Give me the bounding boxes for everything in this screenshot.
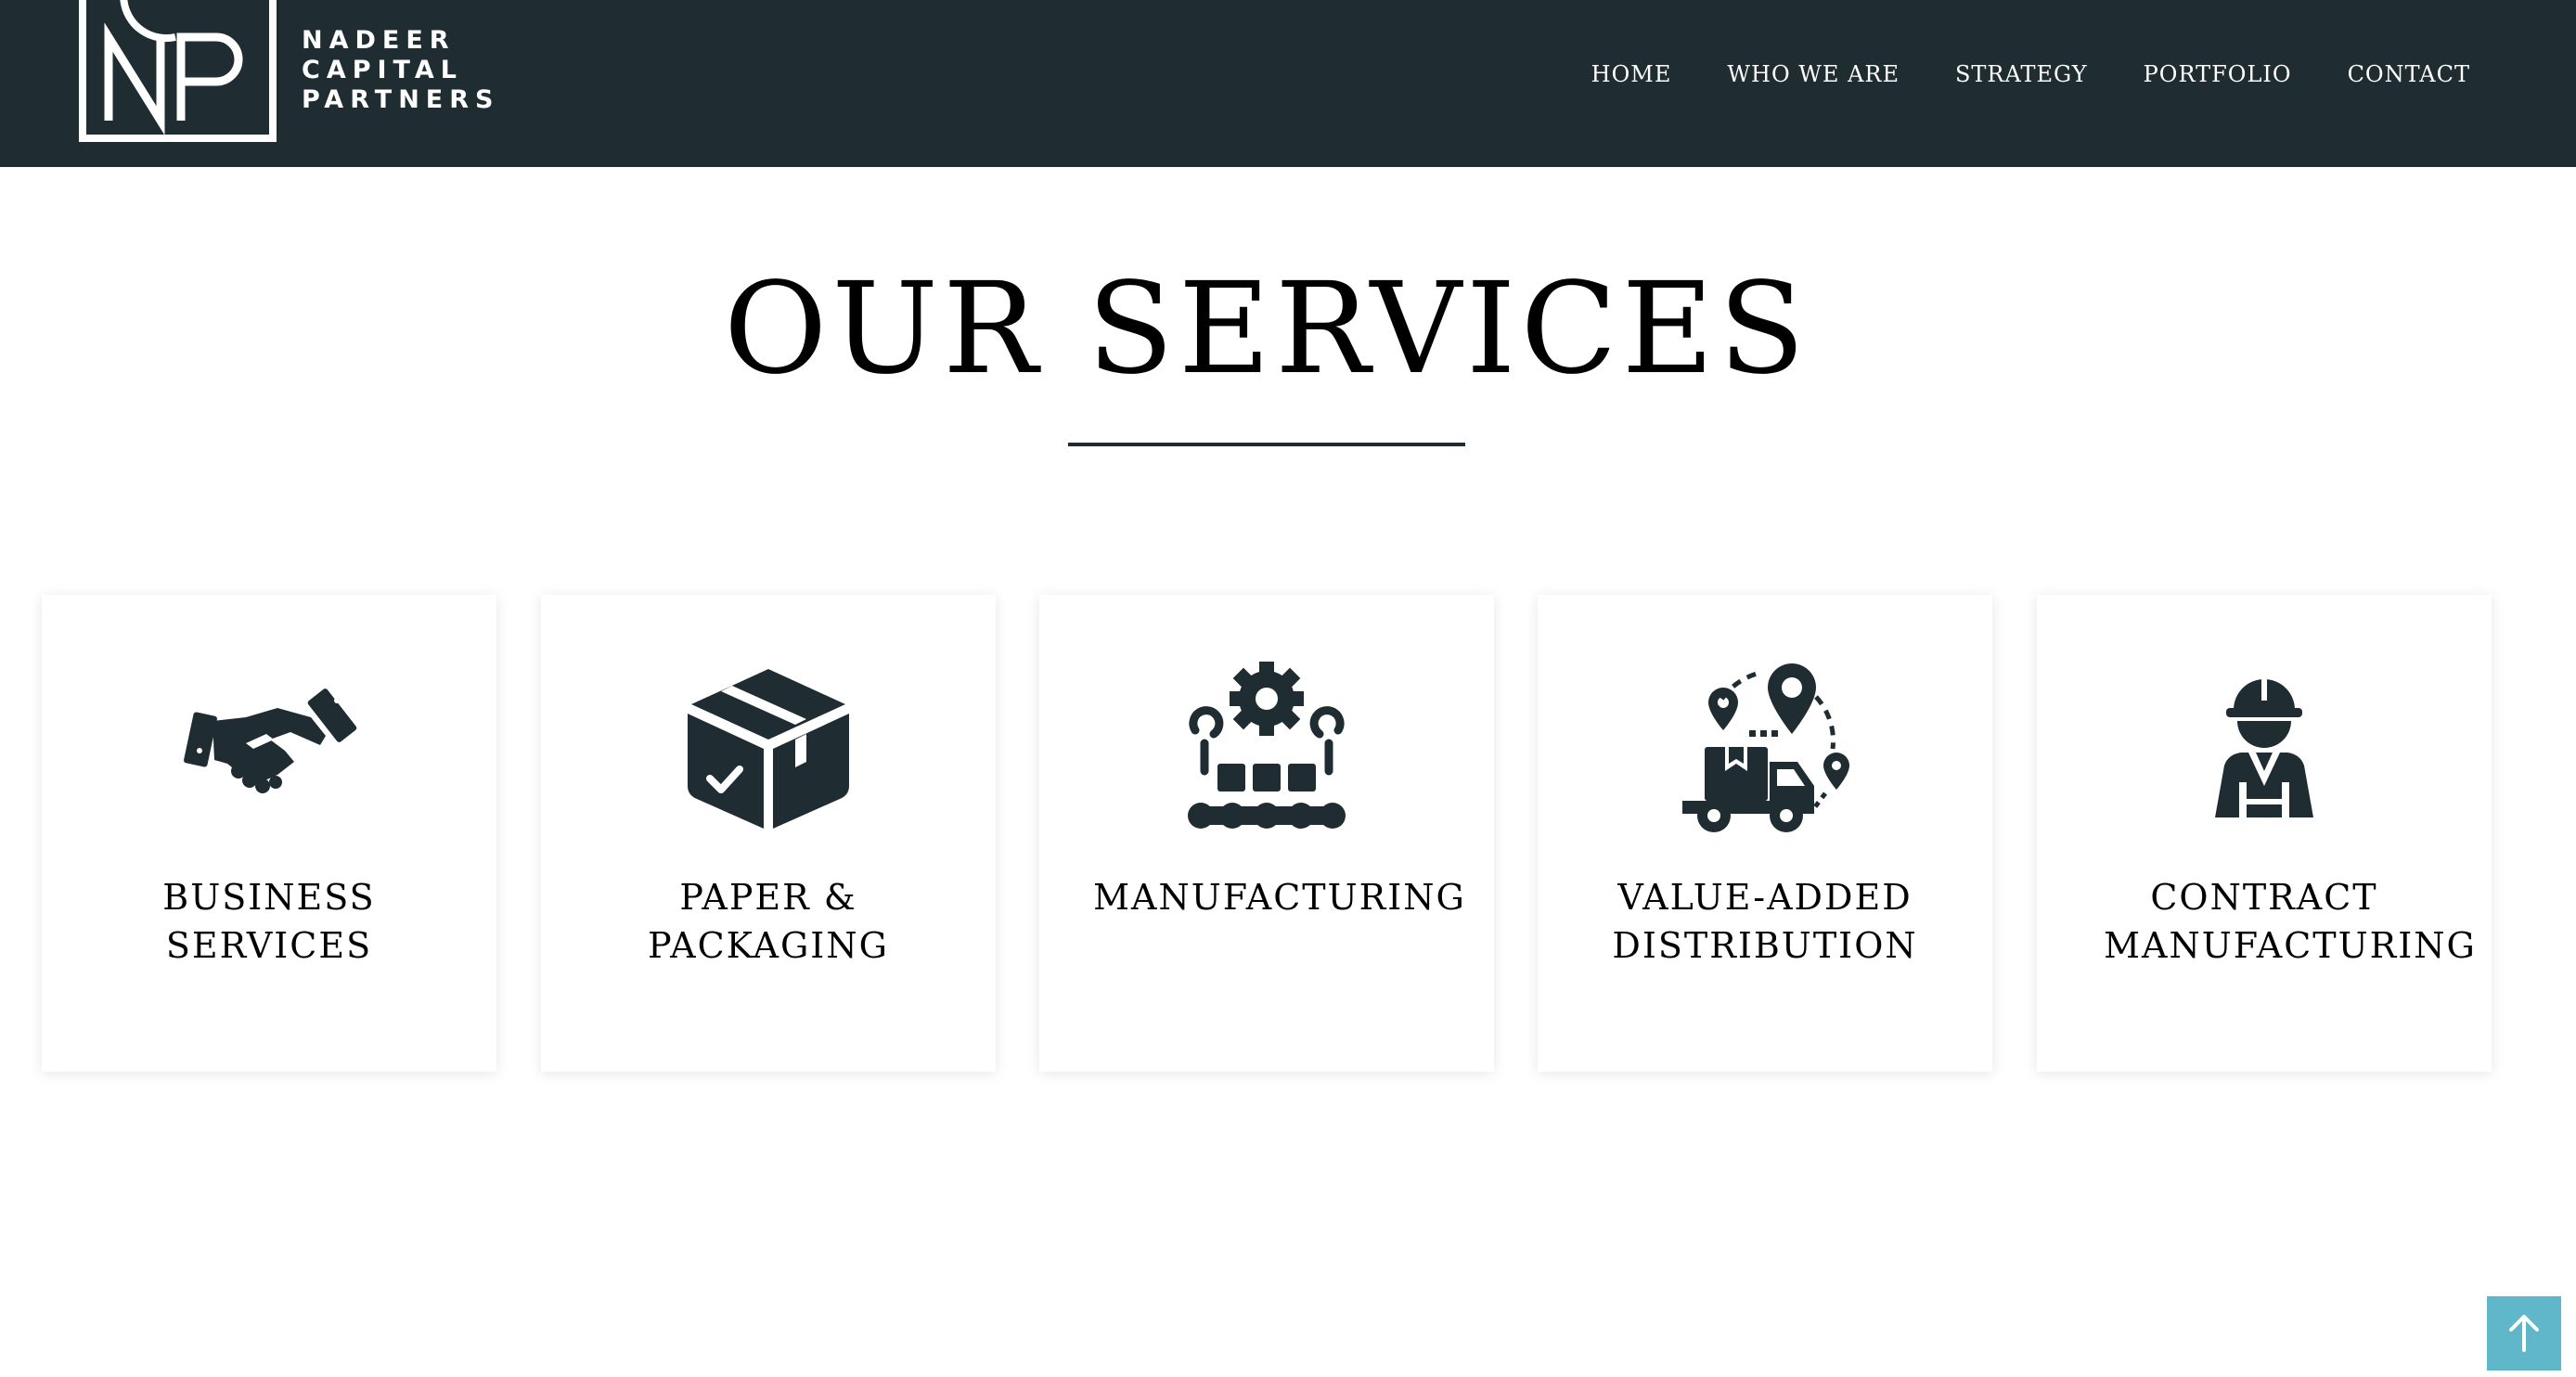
- logo-word: NADEER: [302, 26, 456, 55]
- main-nav: HOME WHO WE ARE STRATEGY PORTFOLIO CONTA…: [1591, 56, 2470, 93]
- service-card-label: VALUE-ADDED DISTRIBUTION: [1538, 873, 1992, 970]
- service-card-label-line: VALUE-ADDED: [1617, 877, 1913, 918]
- site-logo[interactable]: NADEER CAPITAL PARTNERS: [79, 0, 493, 142]
- service-card-manufacturing[interactable]: MANUFACTURING: [1039, 595, 1494, 1072]
- service-card-label-line: BUSINESS: [162, 877, 376, 918]
- service-card-label-line: CONTRACT: [2150, 877, 2378, 918]
- service-card-contract-manufacturing[interactable]: CONTRACT MANUFACTURING: [2037, 595, 2492, 1072]
- service-card-label-line: PACKAGING: [648, 925, 889, 966]
- nav-item-contact[interactable]: CONTACT: [2348, 56, 2470, 93]
- worker-icon: [2176, 660, 2352, 836]
- service-card-label-line: PAPER &: [679, 877, 857, 918]
- arrow-up-icon: [2509, 1315, 2539, 1352]
- service-card-label: MANUFACTURING: [1039, 873, 1494, 921]
- service-card-label: PAPER & PACKAGING: [541, 873, 996, 970]
- logo-word: CAPITAL: [302, 56, 463, 84]
- service-card-label-line: SERVICES: [165, 925, 373, 966]
- logo-word: PARTNERS: [302, 85, 500, 114]
- service-card-label-line: MANUFACTURING: [1093, 877, 1466, 918]
- service-card-paper-packaging[interactable]: PAPER & PACKAGING: [541, 595, 996, 1072]
- back-to-top-button[interactable]: [2487, 1296, 2561, 1371]
- service-card-value-added-distribution[interactable]: VALUE-ADDED DISTRIBUTION: [1538, 595, 1992, 1072]
- logo-monogram-icon: [79, 0, 277, 142]
- service-card-business-services[interactable]: BUSINESS SERVICES: [42, 595, 496, 1072]
- service-card-label: CONTRACT MANUFACTURING: [2037, 873, 2492, 970]
- nav-item-strategy[interactable]: STRATEGY: [1955, 56, 2088, 93]
- service-card-label-line: DISTRIBUTION: [1612, 925, 1918, 966]
- service-card-label-line: MANUFACTURING: [2104, 925, 2477, 966]
- section-title: OUR SERVICES: [723, 256, 1810, 403]
- handshake-icon: [181, 660, 357, 836]
- nav-item-home[interactable]: HOME: [1591, 56, 1672, 93]
- service-card-label: BUSINESS SERVICES: [42, 873, 496, 970]
- factory-conveyor-icon: [1179, 660, 1355, 836]
- site-header: NADEER CAPITAL PARTNERS HOME WHO WE ARE …: [0, 0, 2576, 167]
- nav-item-who-we-are[interactable]: WHO WE ARE: [1727, 56, 1900, 93]
- logo-wordmark: NADEER CAPITAL PARTNERS: [302, 26, 499, 115]
- delivery-truck-icon: [1677, 660, 1853, 836]
- box-icon: [680, 660, 857, 836]
- nav-item-portfolio[interactable]: PORTFOLIO: [2144, 56, 2292, 93]
- title-divider: [1068, 443, 1465, 446]
